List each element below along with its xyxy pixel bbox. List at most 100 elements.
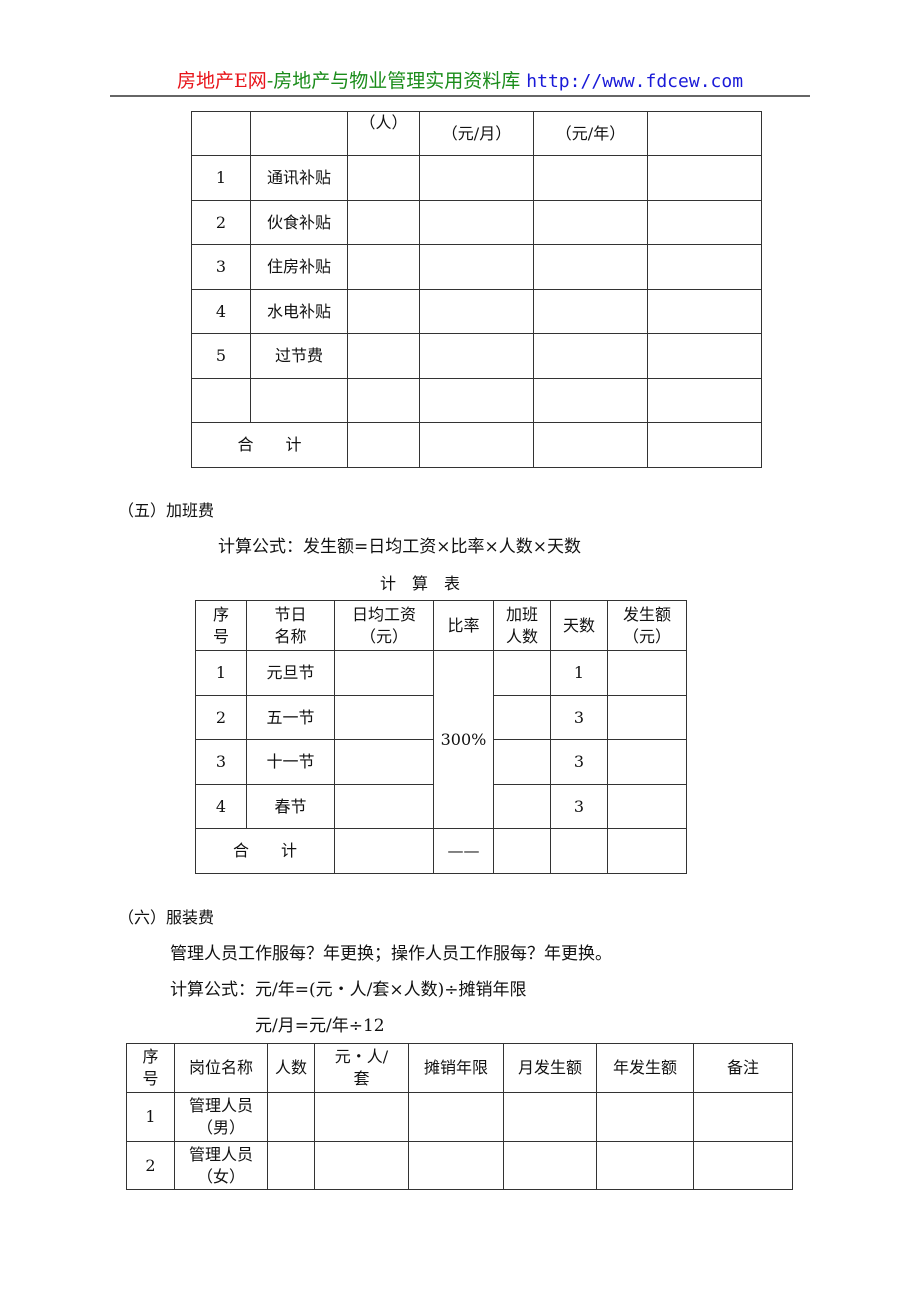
section-heading-clothing: （六）服装费 bbox=[118, 908, 215, 927]
row-number: 2 bbox=[126, 1141, 175, 1190]
cell bbox=[347, 244, 420, 290]
header-line: 号 bbox=[212, 626, 229, 646]
cell bbox=[267, 1092, 315, 1142]
col-header-no: 序号 bbox=[126, 1043, 175, 1093]
row-number: 2 bbox=[195, 695, 247, 740]
cell bbox=[533, 422, 648, 468]
cell bbox=[503, 1141, 597, 1190]
col-header-post: 岗位名称 bbox=[174, 1043, 268, 1093]
row-number: 5 bbox=[191, 333, 251, 379]
col-header-no: 序号 bbox=[195, 600, 247, 651]
overtime-table: 序号 节日 名称 日均工资 （元） 比率 加班 人数 天数 发生额 （元） 1 元旦节 … bbox=[195, 600, 687, 874]
header-line: 序 bbox=[142, 1047, 159, 1066]
header-cell bbox=[191, 111, 251, 156]
allowance-table: （人） （元/月） （元/年） 1 通讯补贴 2 伙食补贴 3 住房补贴 4 水… bbox=[191, 111, 762, 468]
cell bbox=[408, 1092, 504, 1142]
cell bbox=[419, 333, 534, 379]
cell bbox=[607, 828, 687, 874]
row-number: 3 bbox=[191, 244, 251, 290]
row-post: 管理人员 （男） bbox=[174, 1092, 268, 1142]
clothing-formula-monthly: 元/月=元/年÷12 bbox=[255, 1016, 385, 1036]
row-item: 过节费 bbox=[250, 333, 348, 379]
post-line: （男） bbox=[196, 1118, 245, 1137]
header-line: （元） bbox=[622, 626, 671, 646]
cell bbox=[493, 828, 551, 874]
cell bbox=[533, 155, 648, 201]
row-number: 1 bbox=[195, 650, 247, 696]
cell bbox=[419, 244, 534, 290]
table-row: 1 元旦节 300% 1 bbox=[195, 650, 687, 829]
row-days: 3 bbox=[550, 739, 608, 785]
row-number: 3 bbox=[195, 739, 247, 785]
col-header-price-per-set: 元・人/套 bbox=[314, 1043, 409, 1093]
row-holiday: 十一节 bbox=[246, 739, 335, 785]
header-line: 名称 bbox=[274, 626, 307, 646]
cell bbox=[347, 200, 420, 245]
total-label: 合 计 bbox=[191, 422, 348, 468]
col-header-overtime-persons: 加班 人数 bbox=[493, 600, 551, 651]
cell bbox=[607, 650, 687, 696]
clothing-table: 序号 岗位名称 人数 元・人/套 摊销年限 月发生额 年发生额 备注 1 管理人… bbox=[126, 1043, 793, 1190]
cell bbox=[647, 289, 762, 334]
cell bbox=[347, 289, 420, 334]
row-holiday: 五一节 bbox=[246, 695, 335, 740]
overtime-formula: 计算公式：发生额=日均工资×比率×人数×天数 bbox=[218, 537, 581, 557]
row-number: 4 bbox=[195, 784, 247, 829]
section-heading-overtime: （五）加班费 bbox=[118, 501, 215, 520]
col-header-amortization-years: 摊销年限 bbox=[408, 1043, 504, 1093]
cell bbox=[334, 650, 434, 696]
cell bbox=[419, 422, 534, 468]
table-row: 2 伙食补贴 bbox=[191, 200, 762, 245]
cell bbox=[267, 1141, 315, 1190]
site-name: 房地产E网 bbox=[176, 70, 267, 92]
cell bbox=[607, 695, 687, 740]
calc-table-title: 计 算 表 bbox=[380, 574, 461, 593]
table-row: 1 管理人员 （男） bbox=[126, 1092, 793, 1142]
cell bbox=[314, 1092, 409, 1142]
cell bbox=[419, 155, 534, 201]
site-url-link[interactable]: http://www.fdcew.com bbox=[526, 71, 743, 92]
header-cell-persons-unit: （人） bbox=[347, 111, 420, 156]
row-days: 1 bbox=[550, 650, 608, 696]
header-cell bbox=[647, 111, 762, 156]
header-line: （元） bbox=[359, 626, 408, 646]
cell bbox=[647, 378, 762, 423]
header-cell-yearly-unit: （元/年） bbox=[533, 111, 648, 156]
row-number: 1 bbox=[126, 1092, 175, 1142]
cell bbox=[493, 784, 551, 829]
table-row: 4 水电补贴 bbox=[191, 289, 762, 334]
table-total-row: 合 计 —— bbox=[195, 828, 687, 874]
cell bbox=[533, 333, 648, 379]
clothing-formula-yearly: 计算公式：元/年=(元・人/套×人数)÷摊销年限 bbox=[170, 980, 527, 1000]
col-header-remarks: 备注 bbox=[693, 1043, 793, 1093]
row-item: 伙食补贴 bbox=[250, 200, 348, 245]
row-number bbox=[191, 378, 251, 423]
row-holiday: 春节 bbox=[246, 784, 335, 829]
row-item: 住房补贴 bbox=[250, 244, 348, 290]
cell bbox=[533, 378, 648, 423]
header-line: 人数 bbox=[505, 626, 538, 646]
table-total-row: 合 计 bbox=[191, 422, 762, 468]
cell bbox=[533, 200, 648, 245]
cell bbox=[334, 784, 434, 829]
cell bbox=[334, 695, 434, 740]
col-header-monthly-amount: 月发生额 bbox=[503, 1043, 597, 1093]
post-line: 管理人员 bbox=[188, 1144, 253, 1164]
table-row: 2 管理人员 （女） bbox=[126, 1141, 793, 1190]
cell bbox=[607, 739, 687, 785]
row-number: 1 bbox=[191, 155, 251, 201]
header-line: 节日 bbox=[274, 604, 307, 624]
site-tagline: 房地产与物业管理实用资料库 bbox=[273, 70, 521, 92]
cell bbox=[647, 422, 762, 468]
cell bbox=[419, 378, 534, 423]
col-header-holiday: 节日 名称 bbox=[246, 600, 335, 651]
cell bbox=[347, 378, 420, 423]
post-line: 管理人员 bbox=[188, 1096, 253, 1115]
cell bbox=[419, 200, 534, 245]
cell bbox=[647, 333, 762, 379]
cell bbox=[647, 244, 762, 290]
header-line: 套 bbox=[353, 1069, 370, 1088]
cell bbox=[503, 1092, 597, 1142]
row-number: 2 bbox=[191, 200, 251, 245]
col-header-amount: 发生额 （元） bbox=[607, 600, 687, 651]
